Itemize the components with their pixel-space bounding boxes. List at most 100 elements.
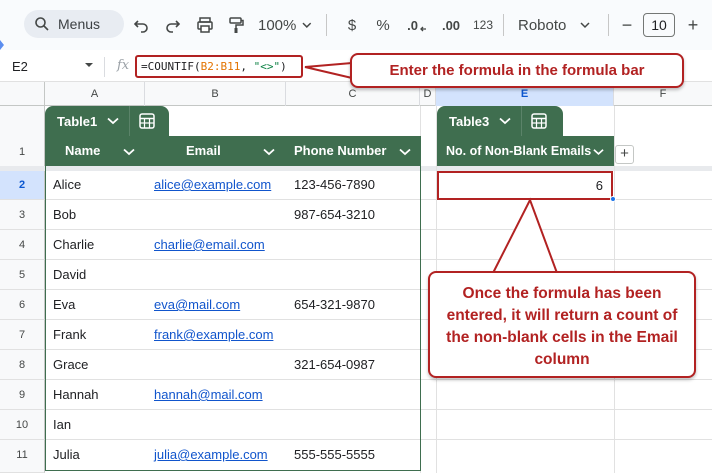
table-cell-name[interactable]: David <box>53 260 86 290</box>
decrease-decimal-button[interactable]: .0 <box>403 12 431 38</box>
row-header-4[interactable]: 4 <box>0 230 45 260</box>
paint-format-icon <box>228 16 244 34</box>
toolbar-divider <box>608 14 609 36</box>
row-header-11[interactable]: 11 <box>0 440 45 473</box>
undo-button[interactable] <box>130 12 152 38</box>
formula-range: B2:B11 <box>201 60 241 73</box>
formula-criteria: "<>" <box>254 60 281 73</box>
table-cell-name[interactable]: Charlie <box>53 230 94 260</box>
table1-name-chip[interactable]: Table1 <box>45 106 169 136</box>
table3-name-chip[interactable]: Table3 <box>437 106 563 136</box>
redo-icon <box>165 17 181 33</box>
add-column-button[interactable]: + <box>615 145 634 164</box>
table-cell-email-link[interactable]: charlie@email.com <box>154 230 265 260</box>
formula-bar-divider <box>104 57 105 77</box>
fx-icon: fx <box>117 58 129 73</box>
table-grid-icon[interactable] <box>531 113 547 129</box>
table-cell-email-link[interactable]: hannah@mail.com <box>154 380 263 410</box>
currency-label: $ <box>348 17 356 34</box>
select-all-corner[interactable] <box>0 82 45 106</box>
table-cell-name[interactable]: Grace <box>53 350 88 380</box>
table3-name: Table3 <box>437 114 489 129</box>
menus-search-button[interactable]: Menus <box>24 10 124 38</box>
toolbar-divider <box>326 14 327 36</box>
row-header-9[interactable]: 9 <box>0 380 45 410</box>
result-value: 6 <box>596 173 603 198</box>
table-cell-phone[interactable]: 987-654-3210 <box>294 200 375 230</box>
search-icon <box>34 16 50 32</box>
sparkle-icon <box>0 38 10 52</box>
caret-down-icon[interactable] <box>84 61 94 69</box>
increase-font-size-button[interactable]: + <box>682 12 704 38</box>
row-header-8[interactable]: 8 <box>0 350 45 380</box>
chevron-down-icon[interactable] <box>107 117 119 125</box>
minus-label: − <box>622 15 633 36</box>
table-cell-email-link[interactable]: julia@example.com <box>154 440 268 470</box>
table-cell-phone[interactable]: 555-555-5555 <box>294 440 375 470</box>
table-cell-name[interactable]: Bob <box>53 200 76 230</box>
column-header-b[interactable]: B <box>145 82 286 106</box>
print-button[interactable] <box>194 12 216 38</box>
arrow-left-icon <box>419 18 427 32</box>
table-cell-phone[interactable]: 321-654-0987 <box>294 350 375 380</box>
decrease-decimal-label: .0 <box>407 18 418 33</box>
menus-label: Menus <box>58 16 100 32</box>
table-cell-name[interactable]: Ian <box>53 410 71 440</box>
table-cell-phone[interactable]: 123-456-7890 <box>294 170 375 200</box>
number-format-label: 123 <box>473 18 493 32</box>
table-cell-phone[interactable]: 654-321-9870 <box>294 290 375 320</box>
formula-separator: , <box>240 60 253 73</box>
row-header-1[interactable]: 1 <box>0 106 45 168</box>
redo-button[interactable] <box>162 12 184 38</box>
toolbar-divider <box>503 14 504 36</box>
table-cell-name[interactable]: Alice <box>53 170 81 200</box>
number-format-button[interactable]: 123 <box>470 12 496 38</box>
percent-label: % <box>376 17 389 34</box>
plus-label: + <box>688 15 699 36</box>
chevron-down-icon[interactable] <box>593 148 604 156</box>
zoom-select[interactable]: 100% <box>258 12 312 38</box>
name-box[interactable]: E2 <box>12 59 28 74</box>
row-header-10[interactable]: 10 <box>0 410 45 440</box>
undo-icon <box>133 17 149 33</box>
chevron-down-icon[interactable] <box>499 117 511 125</box>
font-family-select[interactable]: Roboto <box>510 12 602 38</box>
result-note-pointer <box>493 200 557 273</box>
percent-format-button[interactable]: % <box>373 12 393 38</box>
row-header-5[interactable]: 5 <box>0 260 45 290</box>
table-cell-email-link[interactable]: frank@example.com <box>154 320 273 350</box>
formula-suffix: ) <box>280 60 287 73</box>
increase-decimal-label: .00 <box>442 18 460 33</box>
row-header-2[interactable]: 2 <box>0 170 45 200</box>
table-cell-name[interactable]: Hannah <box>53 380 99 410</box>
decrease-font-size-button[interactable]: − <box>616 12 638 38</box>
fill-handle[interactable] <box>610 196 616 202</box>
caret-down-icon <box>302 21 312 29</box>
table-cell-email-link[interactable]: eva@mail.com <box>154 290 240 320</box>
table-cell-name[interactable]: Eva <box>53 290 75 320</box>
toolbar: Menus 100% $ % .0 .00 123 Roboto − 10 + <box>0 0 712 50</box>
font-family-value: Roboto <box>518 17 566 34</box>
column-header-a[interactable]: A <box>45 82 145 106</box>
formula-input[interactable]: =COUNTIF(B2:B11, "<>") <box>135 55 303 78</box>
zoom-value: 100% <box>258 17 296 34</box>
caret-down-icon <box>580 21 590 29</box>
row-header-3[interactable]: 3 <box>0 200 45 230</box>
increase-decimal-button[interactable]: .00 <box>436 12 466 38</box>
paint-format-button[interactable] <box>225 12 247 38</box>
formula-prefix: =COUNTIF( <box>141 60 201 73</box>
table-grid-icon[interactable] <box>139 113 155 129</box>
selected-cell-e2[interactable]: 6 <box>437 171 613 200</box>
table-cell-name[interactable]: Julia <box>53 440 80 470</box>
table3-header-count[interactable]: No. of Non-Blank Emails <box>446 136 591 166</box>
table1-name: Table1 <box>45 114 97 129</box>
table-cell-name[interactable]: Frank <box>53 320 86 350</box>
row-header-6[interactable]: 6 <box>0 290 45 320</box>
table-cell-email-link[interactable]: alice@example.com <box>154 170 271 200</box>
row-header-7[interactable]: 7 <box>0 320 45 350</box>
formula-instruction-callout: Enter the formula in the formula bar <box>350 53 684 88</box>
table3-header-row: No. of Non-Blank Emails <box>437 136 614 166</box>
currency-format-button[interactable]: $ <box>342 12 362 38</box>
result-explanation-callout: Once the formula has been entered, it wi… <box>428 271 696 378</box>
font-size-input[interactable]: 10 <box>643 13 675 37</box>
